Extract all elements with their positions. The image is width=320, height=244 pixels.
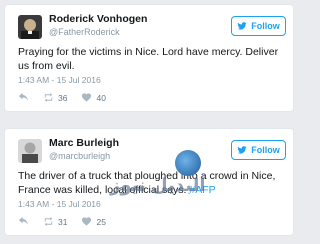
- heart-icon[interactable]: [81, 216, 92, 227]
- reply-icon[interactable]: [18, 92, 29, 103]
- twitter-bird-icon: [237, 146, 247, 154]
- tweet-text: Praying for the victims in Nice. Lord ha…: [18, 46, 279, 72]
- retweet-count: 36: [58, 92, 68, 103]
- heart-icon[interactable]: [81, 92, 92, 103]
- twitter-bird-icon: [237, 22, 247, 30]
- retweet-count: 31: [58, 216, 68, 227]
- follow-label: Follow: [251, 21, 280, 31]
- avatar[interactable]: [18, 15, 42, 39]
- watermark-globe-icon: [175, 150, 201, 176]
- tweet-timestamp[interactable]: 1:43 AM - 15 Jul 2016: [18, 199, 101, 209]
- retweet-icon[interactable]: [43, 92, 54, 103]
- avatar[interactable]: [18, 139, 42, 163]
- tweet-card: Roderick Vonhogen @FatherRoderick Follow…: [4, 4, 294, 112]
- follow-button[interactable]: Follow: [231, 140, 286, 160]
- like-count: 25: [96, 216, 106, 227]
- author-name[interactable]: Roderick Vonhogen: [49, 13, 147, 25]
- follow-label: Follow: [251, 145, 280, 155]
- tweet-timestamp[interactable]: 1:43 AM - 15 Jul 2016: [18, 75, 101, 85]
- author-handle[interactable]: @marcburleigh: [49, 151, 110, 161]
- retweet-icon[interactable]: [43, 216, 54, 227]
- follow-button[interactable]: Follow: [231, 16, 286, 36]
- tweet-actions: 36 40: [18, 92, 120, 103]
- reply-icon[interactable]: [18, 216, 29, 227]
- watermark-text: البديل نيوز: [110, 175, 206, 196]
- like-count: 40: [96, 92, 106, 103]
- author-name[interactable]: Marc Burleigh: [49, 137, 119, 149]
- tweet-actions: 31 25: [18, 216, 120, 227]
- author-handle[interactable]: @FatherRoderick: [49, 27, 120, 37]
